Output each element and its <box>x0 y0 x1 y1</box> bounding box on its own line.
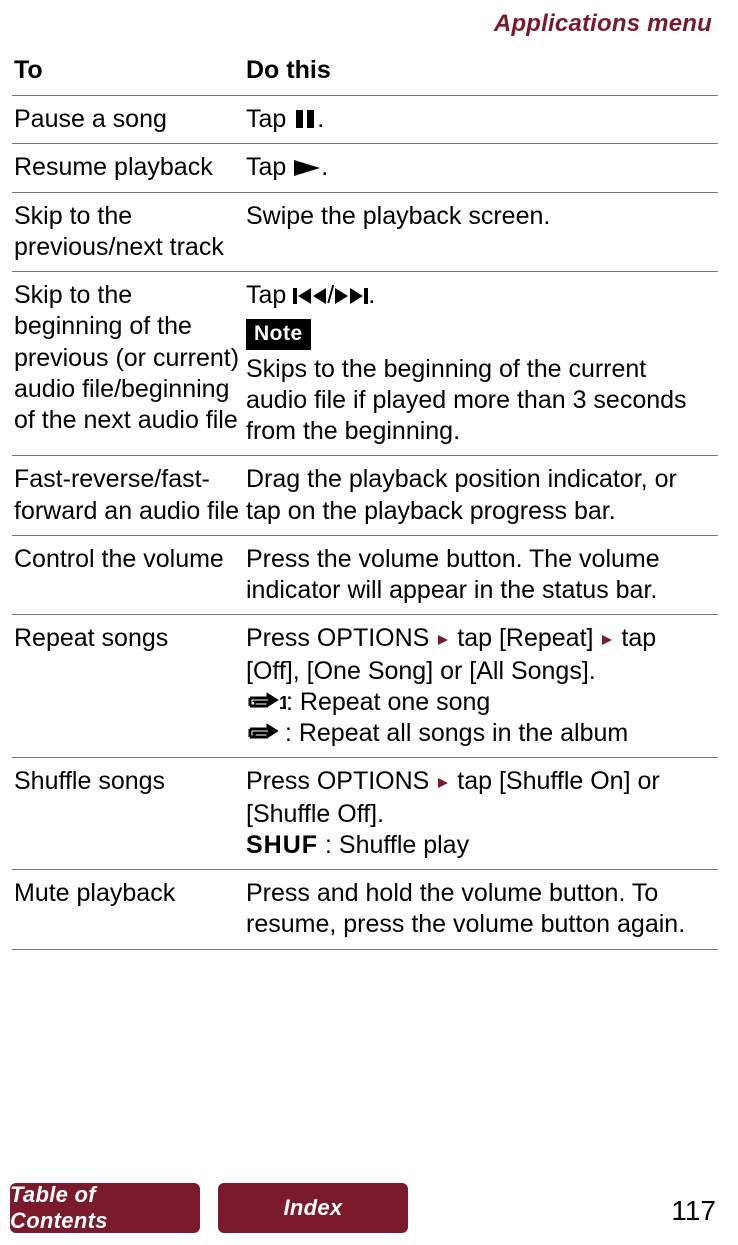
cell-do: Press OPTIONS tap [Shuffle On] or [Shuff… <box>244 758 718 870</box>
footer: Table of Contents Index 117 <box>0 1183 738 1233</box>
page-number: 117 <box>671 1195 716 1227</box>
table-header-row: To Do this <box>12 50 718 96</box>
repeat-all-icon <box>246 723 278 743</box>
header-do-this: Do this <box>244 50 718 96</box>
arrow-right-icon <box>600 624 614 655</box>
skip-next-icon <box>334 287 368 305</box>
play-icon <box>293 159 321 177</box>
cell-to: Resume playback <box>12 144 244 192</box>
cell-to: Skip to the previous/next track <box>12 192 244 272</box>
page: Applications menu To Do this Pause a son… <box>0 0 738 1245</box>
text: Press OPTIONS <box>246 767 436 795</box>
text: tap [Repeat] <box>457 624 600 652</box>
text: Tap <box>246 105 293 133</box>
table-row: Control the volume Press the volume butt… <box>12 535 718 615</box>
arrow-right-icon <box>436 767 450 798</box>
cell-do: Tap . <box>244 96 718 144</box>
cell-to: Fast-reverse/fast-forward an audio file <box>12 456 244 536</box>
text: Press OPTIONS <box>246 624 436 652</box>
table-row: Repeat songs Press OPTIONS tap [Repeat] … <box>12 615 718 758</box>
cell-to: Skip to the beginning of the previous (o… <box>12 272 244 456</box>
shuffle-icon: SHUF <box>246 831 318 859</box>
note-badge: Note <box>246 319 311 349</box>
table-row: Mute playback Press and hold the volume … <box>12 870 718 950</box>
cell-to: Control the volume <box>12 535 244 615</box>
table-row: Skip to the beginning of the previous (o… <box>12 272 718 456</box>
pause-icon <box>293 109 317 129</box>
cell-do: Tap / . Note Skips to the beginning of t… <box>244 272 718 456</box>
skip-previous-icon <box>293 287 327 305</box>
text: Tap <box>246 281 293 309</box>
table-row: Pause a song Tap . <box>12 96 718 144</box>
repeat-one-icon: 1 <box>246 692 286 712</box>
table-row: Fast-reverse/fast-forward an audio file … <box>12 456 718 536</box>
cell-do: Press OPTIONS tap [Repeat] tap [Off], [O… <box>244 615 718 758</box>
arrow-right-icon <box>436 624 450 655</box>
text: . <box>368 281 375 309</box>
text: : Repeat all songs in the album <box>278 719 628 747</box>
svg-text:1: 1 <box>279 693 286 712</box>
text: : Shuffle play <box>318 831 469 859</box>
note-text: Skips to the beginning of the current au… <box>246 354 714 448</box>
text: / <box>327 281 334 309</box>
table-row: Resume playback Tap . <box>12 144 718 192</box>
cell-do: Tap . <box>244 144 718 192</box>
table-row: Skip to the previous/next track Swipe th… <box>12 192 718 272</box>
table-of-contents-button[interactable]: Table of Contents <box>10 1183 200 1233</box>
playback-controls-table: To Do this Pause a song Tap . Resume pla… <box>12 50 718 950</box>
index-button[interactable]: Index <box>218 1183 408 1233</box>
table-row: Shuffle songs Press OPTIONS tap [Shuffle… <box>12 758 718 870</box>
cell-to: Mute playback <box>12 870 244 950</box>
section-title: Applications menu <box>12 10 718 38</box>
cell-to: Pause a song <box>12 96 244 144</box>
text: . <box>317 105 324 133</box>
text: . <box>321 153 328 181</box>
cell-do: Press the volume button. The volume indi… <box>244 535 718 615</box>
cell-do: Drag the playback position indicator, or… <box>244 456 718 536</box>
text: : Repeat one song <box>286 688 490 716</box>
text: Tap <box>246 153 293 181</box>
cell-do: Swipe the playback screen. <box>244 192 718 272</box>
cell-to: Shuffle songs <box>12 758 244 870</box>
cell-do: Press and hold the volume button. To res… <box>244 870 718 950</box>
cell-to: Repeat songs <box>12 615 244 758</box>
header-to: To <box>12 50 244 96</box>
